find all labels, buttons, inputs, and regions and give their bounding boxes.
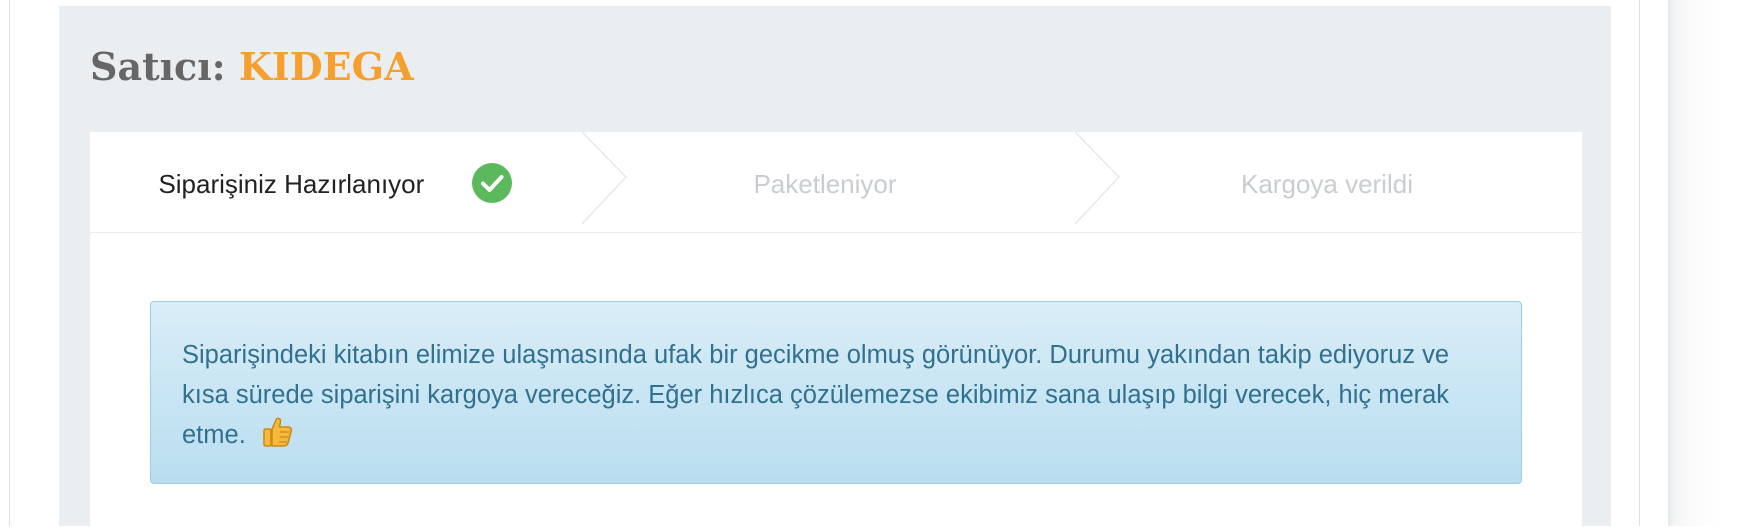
- order-progress-steps: Siparişiniz Hazırlanıyor Paketleniyor Ka…: [90, 132, 1582, 233]
- order-card: Siparişiniz Hazırlanıyor Paketleniyor Ka…: [90, 132, 1582, 532]
- step-packaging: Paketleniyor: [580, 132, 1070, 233]
- seller-label: Satıcı:: [90, 44, 239, 89]
- step-packaging-label: Paketleniyor: [753, 168, 897, 199]
- step-preparing: Siparişiniz Hazırlanıyor: [90, 132, 580, 233]
- delay-notice-text: Siparişindeki kitabın elimize ulaşmasınd…: [182, 341, 1450, 449]
- check-circle-icon: [471, 163, 512, 204]
- right-edge-shadow: [1668, 0, 1738, 526]
- step-preparing-label: Siparişiniz Hazırlanıyor: [158, 168, 425, 199]
- seller-name[interactable]: KIDEGA: [239, 44, 414, 89]
- seller-title: Satıcı: KIDEGA: [90, 42, 414, 92]
- thumbs-up-icon: [263, 417, 292, 448]
- page-frame: Satıcı: KIDEGA Siparişiniz Hazırlanıyor …: [9, 0, 1640, 532]
- step-shipped-label: Kargoya verildi: [1241, 168, 1413, 199]
- seller-panel: Satıcı: KIDEGA Siparişiniz Hazırlanıyor …: [59, 6, 1611, 532]
- delay-notice-alert: Siparişindeki kitabın elimize ulaşmasınd…: [150, 301, 1522, 484]
- step-shipped: Kargoya verildi: [1072, 132, 1582, 233]
